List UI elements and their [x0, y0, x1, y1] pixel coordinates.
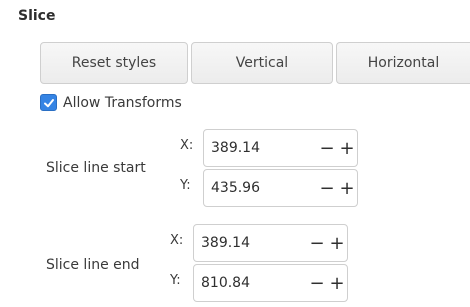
minus-icon[interactable]: −	[317, 170, 337, 206]
slice-start-label: Slice line start	[46, 160, 146, 176]
slice-end-label: Slice line end	[46, 257, 140, 273]
vertical-button[interactable]: Vertical	[191, 42, 333, 84]
section-title: Slice	[18, 8, 56, 24]
allow-transforms-row[interactable]: Allow Transforms	[40, 94, 182, 111]
slice-start-x-field[interactable]: 389.14 − +	[203, 129, 358, 167]
plus-icon[interactable]: +	[327, 225, 347, 261]
slice-start-y-field[interactable]: 435.96 − +	[203, 169, 358, 207]
slice-end-y-value[interactable]: 810.84	[194, 275, 307, 291]
checkmark-icon	[43, 98, 54, 107]
allow-transforms-label: Allow Transforms	[63, 94, 182, 111]
plus-icon[interactable]: +	[327, 265, 347, 301]
slice-end-y-field[interactable]: 810.84 − +	[193, 264, 348, 302]
minus-icon[interactable]: −	[317, 130, 337, 166]
slice-end-x-value[interactable]: 389.14	[194, 235, 307, 251]
allow-transforms-checkbox[interactable]	[40, 94, 57, 111]
slice-start-x-label: X:	[180, 138, 194, 153]
plus-icon[interactable]: +	[337, 130, 357, 166]
slice-end-x-label: X:	[170, 233, 184, 248]
horizontal-button[interactable]: Horizontal	[336, 42, 470, 84]
minus-icon[interactable]: −	[307, 265, 327, 301]
slice-start-x-value[interactable]: 389.14	[204, 140, 317, 156]
slice-start-y-label: Y:	[180, 178, 191, 193]
slice-end-y-label: Y:	[170, 273, 181, 288]
minus-icon[interactable]: −	[307, 225, 327, 261]
plus-icon[interactable]: +	[337, 170, 357, 206]
slice-start-y-value[interactable]: 435.96	[204, 180, 317, 196]
reset-styles-button[interactable]: Reset styles	[40, 42, 188, 84]
slice-end-x-field[interactable]: 389.14 − +	[193, 224, 348, 262]
